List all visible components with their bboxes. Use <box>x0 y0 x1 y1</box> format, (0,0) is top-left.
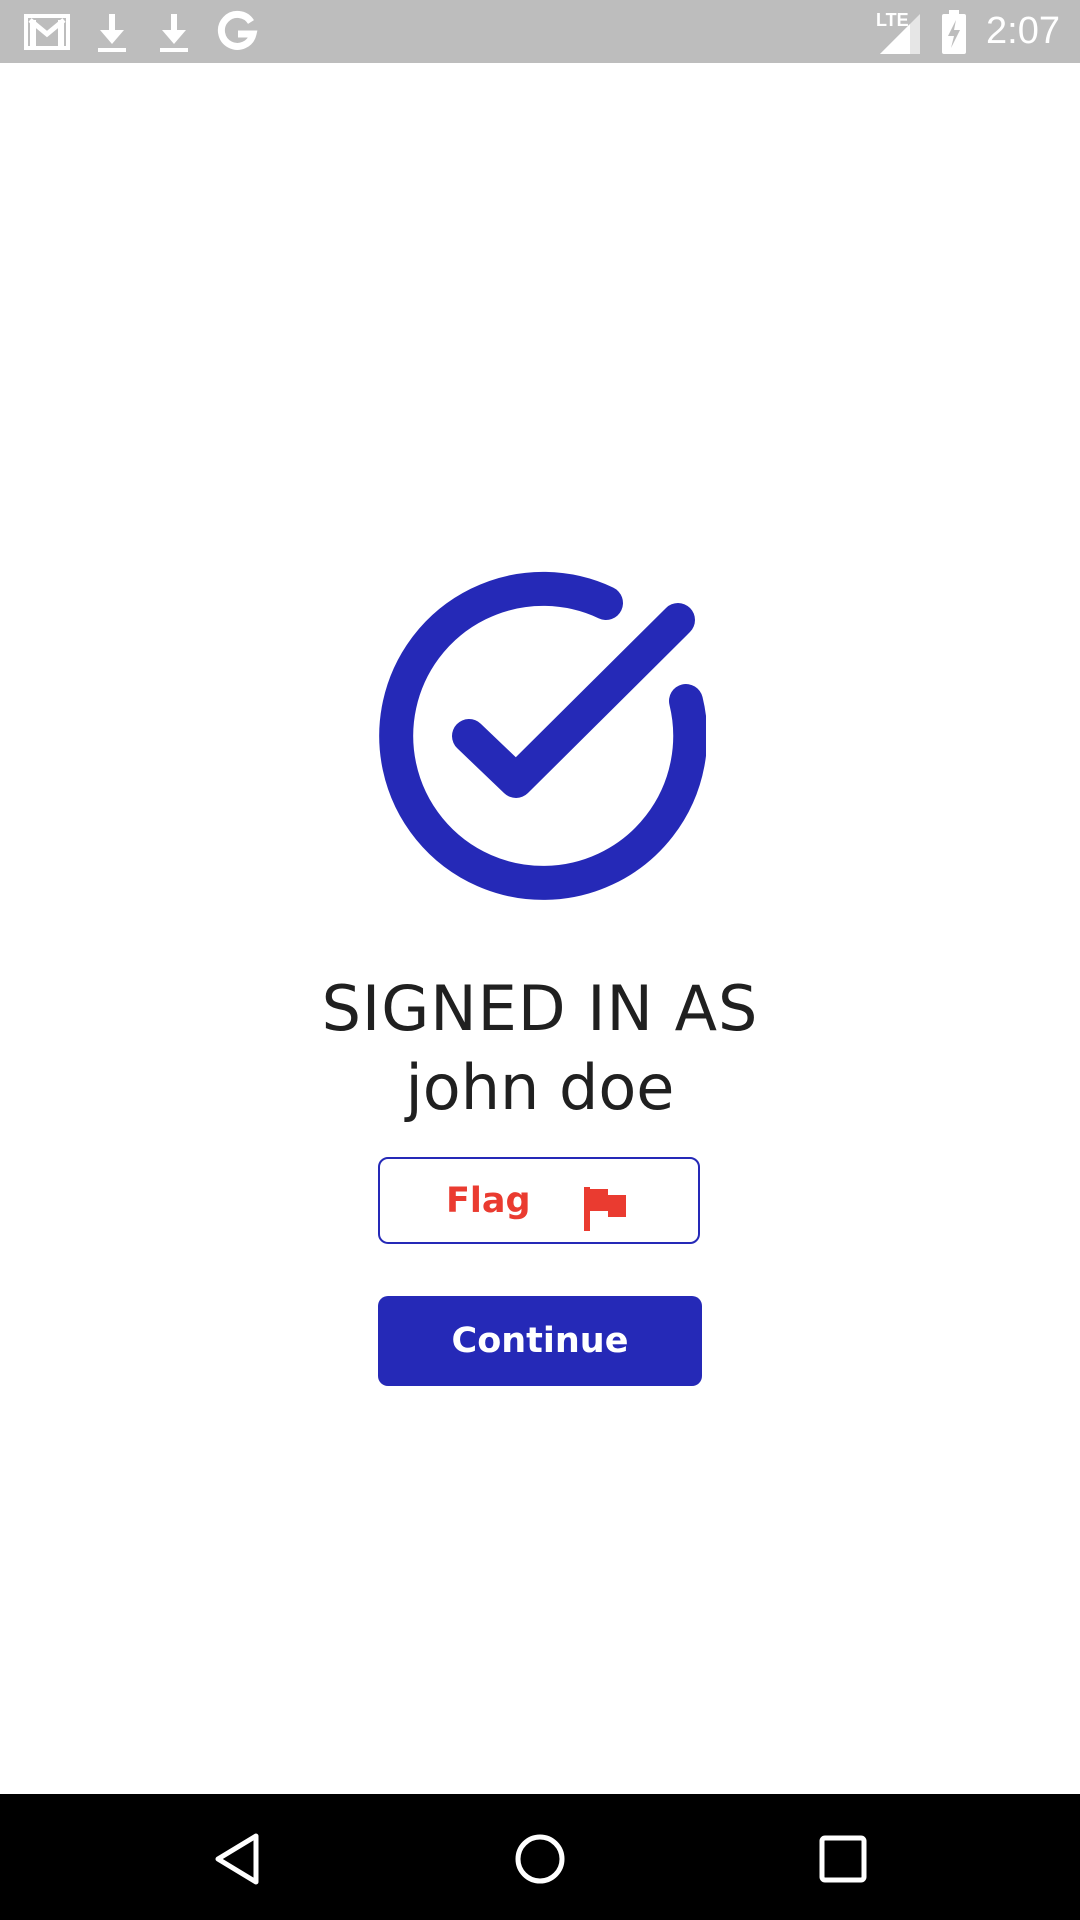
status-time: 2:07 <box>986 10 1060 52</box>
home-icon[interactable] <box>513 1832 567 1886</box>
network-type-label: LTE <box>876 10 909 30</box>
navigation-bar <box>0 1794 1080 1920</box>
recents-icon[interactable] <box>816 1832 870 1886</box>
main-content <box>0 63 1080 1794</box>
gmail-icon <box>24 14 70 50</box>
back-icon[interactable] <box>210 1832 264 1886</box>
flag-icon <box>584 1187 626 1231</box>
download-icon <box>160 14 188 52</box>
check-circle-icon <box>379 571 706 900</box>
google-icon <box>217 10 258 50</box>
signed-in-title: SIGNED IN AS <box>321 972 759 1045</box>
flag-button-label: Flag <box>446 1181 531 1221</box>
flag-button[interactable]: Flag <box>378 1157 700 1244</box>
status-bar: LTE 2:07 <box>0 0 1080 63</box>
continue-button-label: Continue <box>451 1321 629 1361</box>
username-label: john doe <box>405 1051 675 1124</box>
continue-button[interactable]: Continue <box>378 1296 702 1386</box>
battery-charging-icon <box>942 10 966 54</box>
download-icon <box>98 14 126 52</box>
